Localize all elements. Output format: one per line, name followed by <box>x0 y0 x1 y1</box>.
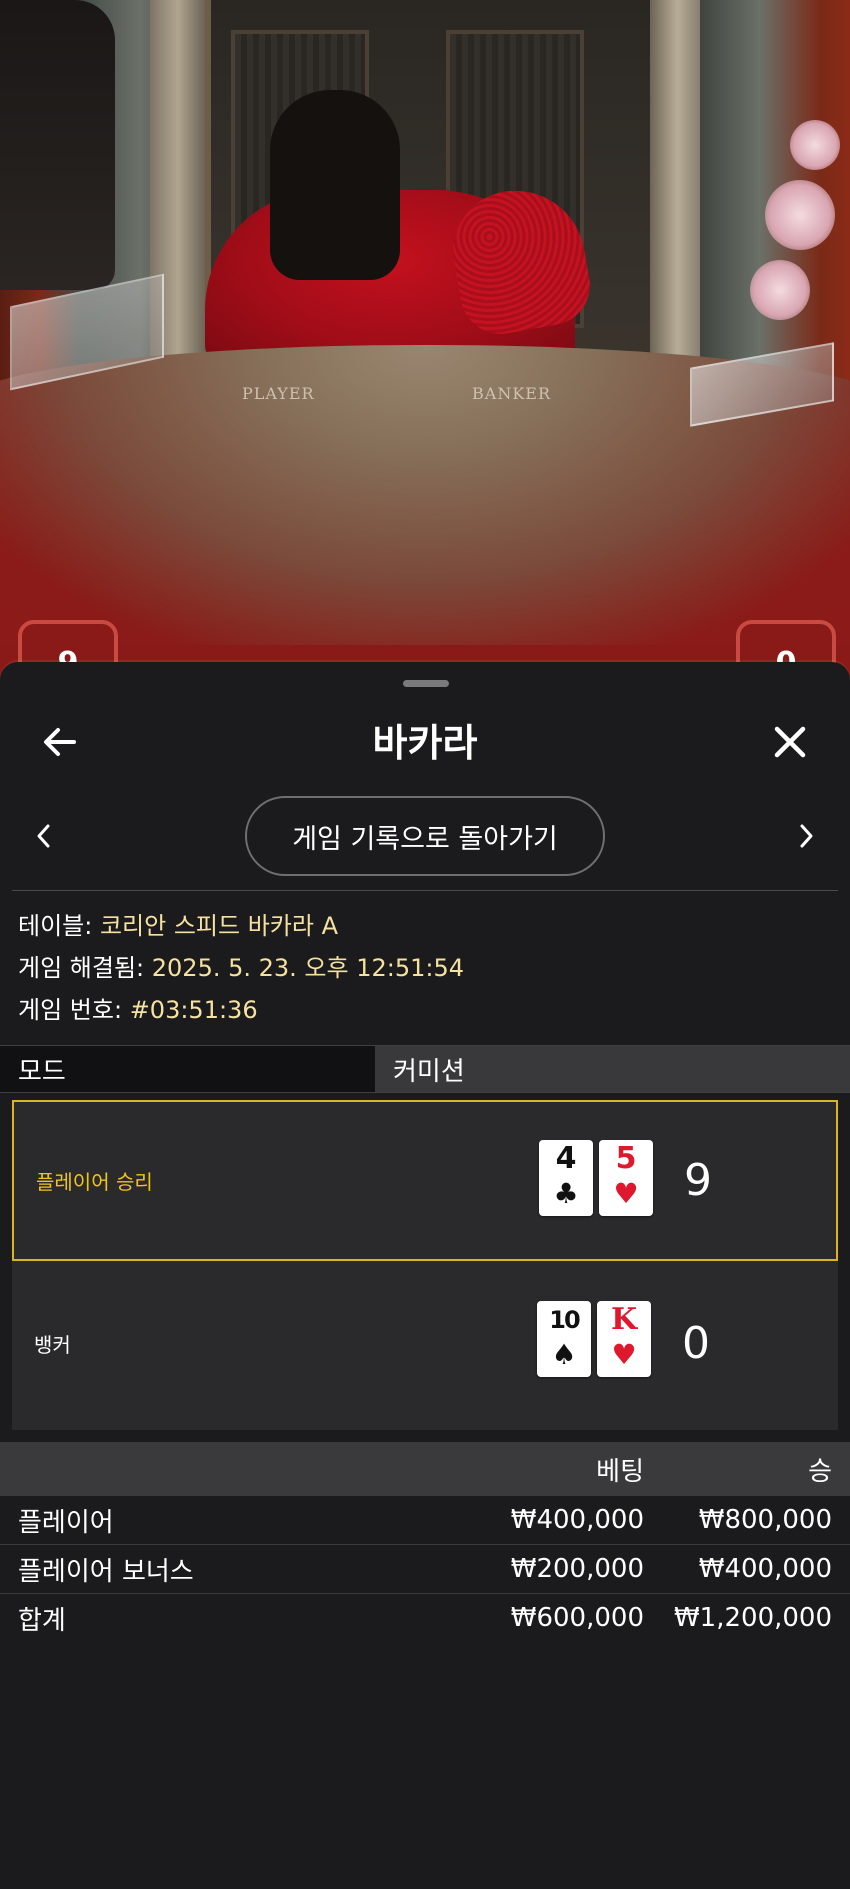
total-win: ₩1,200,000 <box>673 1603 832 1633</box>
close-icon <box>774 726 806 758</box>
hand-results: 플레이어 승리 4 ♣ 5 ♥ 9 뱅커 10 ♠ K ♥ 0 <box>12 1100 838 1430</box>
video-pillar-right <box>650 0 705 360</box>
banker-hand: 뱅커 10 ♠ K ♥ 0 <box>12 1263 838 1424</box>
sheet-header: 바카라 <box>0 700 850 784</box>
previous-game-button[interactable] <box>14 806 74 866</box>
bet-name: 플레이어 보너스 <box>18 1556 194 1587</box>
table-row: 플레이어 ₩400,000 ₩800,000 <box>0 1496 850 1545</box>
divider <box>12 890 838 891</box>
card-rank: 5 <box>615 1141 637 1176</box>
mode-row: 모드 커미션 <box>0 1045 850 1093</box>
screen: PLAYER BANKER 9 0 바카라 <box>0 0 850 1889</box>
video-blossom <box>790 120 840 170</box>
bets-header-bet: 베팅 <box>596 1456 644 1487</box>
bets-table: 베팅 승 플레이어 ₩400,000 ₩800,000 플레이어 보너스 ₩20… <box>0 1442 850 1642</box>
info-game-number-label: 게임 번호: <box>18 996 123 1024</box>
video-blossom <box>750 260 810 320</box>
mode-value: 커미션 <box>375 1046 850 1092</box>
info-resolved-label: 게임 해결됨: <box>18 954 145 982</box>
history-nav: 게임 기록으로 돌아가기 <box>0 796 850 880</box>
playing-card: K ♥ <box>597 1301 651 1377</box>
player-cards: 4 ♣ 5 ♥ <box>539 1140 653 1216</box>
total-label: 합계 <box>18 1605 66 1636</box>
chevron-left-icon <box>37 824 50 848</box>
info-table-label: 테이블: <box>18 912 93 940</box>
card-rank: 10 <box>549 1306 580 1334</box>
bet-name: 플레이어 <box>18 1507 114 1538</box>
banker-hand-label: 뱅커 <box>34 1333 71 1357</box>
info-game-number-value: #03:51:36 <box>129 996 258 1024</box>
bet-amount: ₩200,000 <box>510 1554 644 1584</box>
heart-suit-icon: ♥ <box>611 1338 637 1371</box>
table-row: 플레이어 보너스 ₩200,000 ₩400,000 <box>0 1545 850 1594</box>
sheet-drag-handle[interactable] <box>403 680 449 687</box>
info-table-value: 코리안 스피드 바카라 A <box>99 912 338 940</box>
back-to-history-button[interactable]: 게임 기록으로 돌아가기 <box>245 796 605 876</box>
player-hand: 플레이어 승리 4 ♣ 5 ♥ 9 <box>12 1100 838 1261</box>
close-button[interactable] <box>760 712 820 772</box>
card-rank: K <box>610 1302 638 1337</box>
page-title: 바카라 <box>372 721 478 765</box>
table-label-player: PLAYER <box>242 384 315 403</box>
mode-label: 모드 <box>0 1046 375 1092</box>
info-resolved-value: 2025. 5. 23. 오후 12:51:54 <box>151 954 465 982</box>
total-bet: ₩600,000 <box>510 1603 644 1633</box>
bet-amount: ₩400,000 <box>510 1505 644 1535</box>
live-video: PLAYER BANKER 9 0 <box>0 0 850 700</box>
game-info: 테이블: 코리안 스피드 바카라 A 게임 해결됨: 2025. 5. 23. … <box>18 905 838 1031</box>
info-game-number-row: 게임 번호: #03:51:36 <box>18 989 838 1031</box>
heart-suit-icon: ♥ <box>613 1177 639 1210</box>
win-amount: ₩400,000 <box>698 1554 832 1584</box>
spade-suit-icon: ♠ <box>551 1338 577 1371</box>
playing-card: 4 ♣ <box>539 1140 593 1216</box>
bets-header-win: 승 <box>808 1456 832 1487</box>
club-suit-icon: ♣ <box>553 1177 579 1210</box>
player-score: 9 <box>684 1155 712 1206</box>
video-blossom <box>765 180 835 250</box>
banker-score: 0 <box>682 1318 710 1369</box>
playing-card: 5 ♥ <box>599 1140 653 1216</box>
table-label-banker: BANKER <box>472 384 551 403</box>
info-table-row: 테이블: 코리안 스피드 바카라 A <box>18 905 838 947</box>
chevron-right-icon <box>800 824 813 848</box>
banker-cards: 10 ♠ K ♥ <box>537 1301 651 1377</box>
card-rank: 4 <box>555 1141 577 1176</box>
next-game-button[interactable] <box>776 806 836 866</box>
game-detail-sheet: 바카라 게임 기록으로 돌아가기 테이블: 코리안 스피드 바카라 A 게임 해… <box>0 662 850 1889</box>
player-hand-label: 플레이어 승리 <box>36 1170 153 1194</box>
win-amount: ₩800,000 <box>698 1505 832 1535</box>
info-resolved-row: 게임 해결됨: 2025. 5. 23. 오후 12:51:54 <box>18 947 838 989</box>
bets-header-row: 베팅 승 <box>0 1442 850 1496</box>
video-person <box>0 0 115 290</box>
playing-card: 10 ♠ <box>537 1301 591 1377</box>
video-dealer-hair <box>270 90 400 280</box>
total-row: 합계 ₩600,000 ₩1,200,000 <box>0 1594 850 1642</box>
